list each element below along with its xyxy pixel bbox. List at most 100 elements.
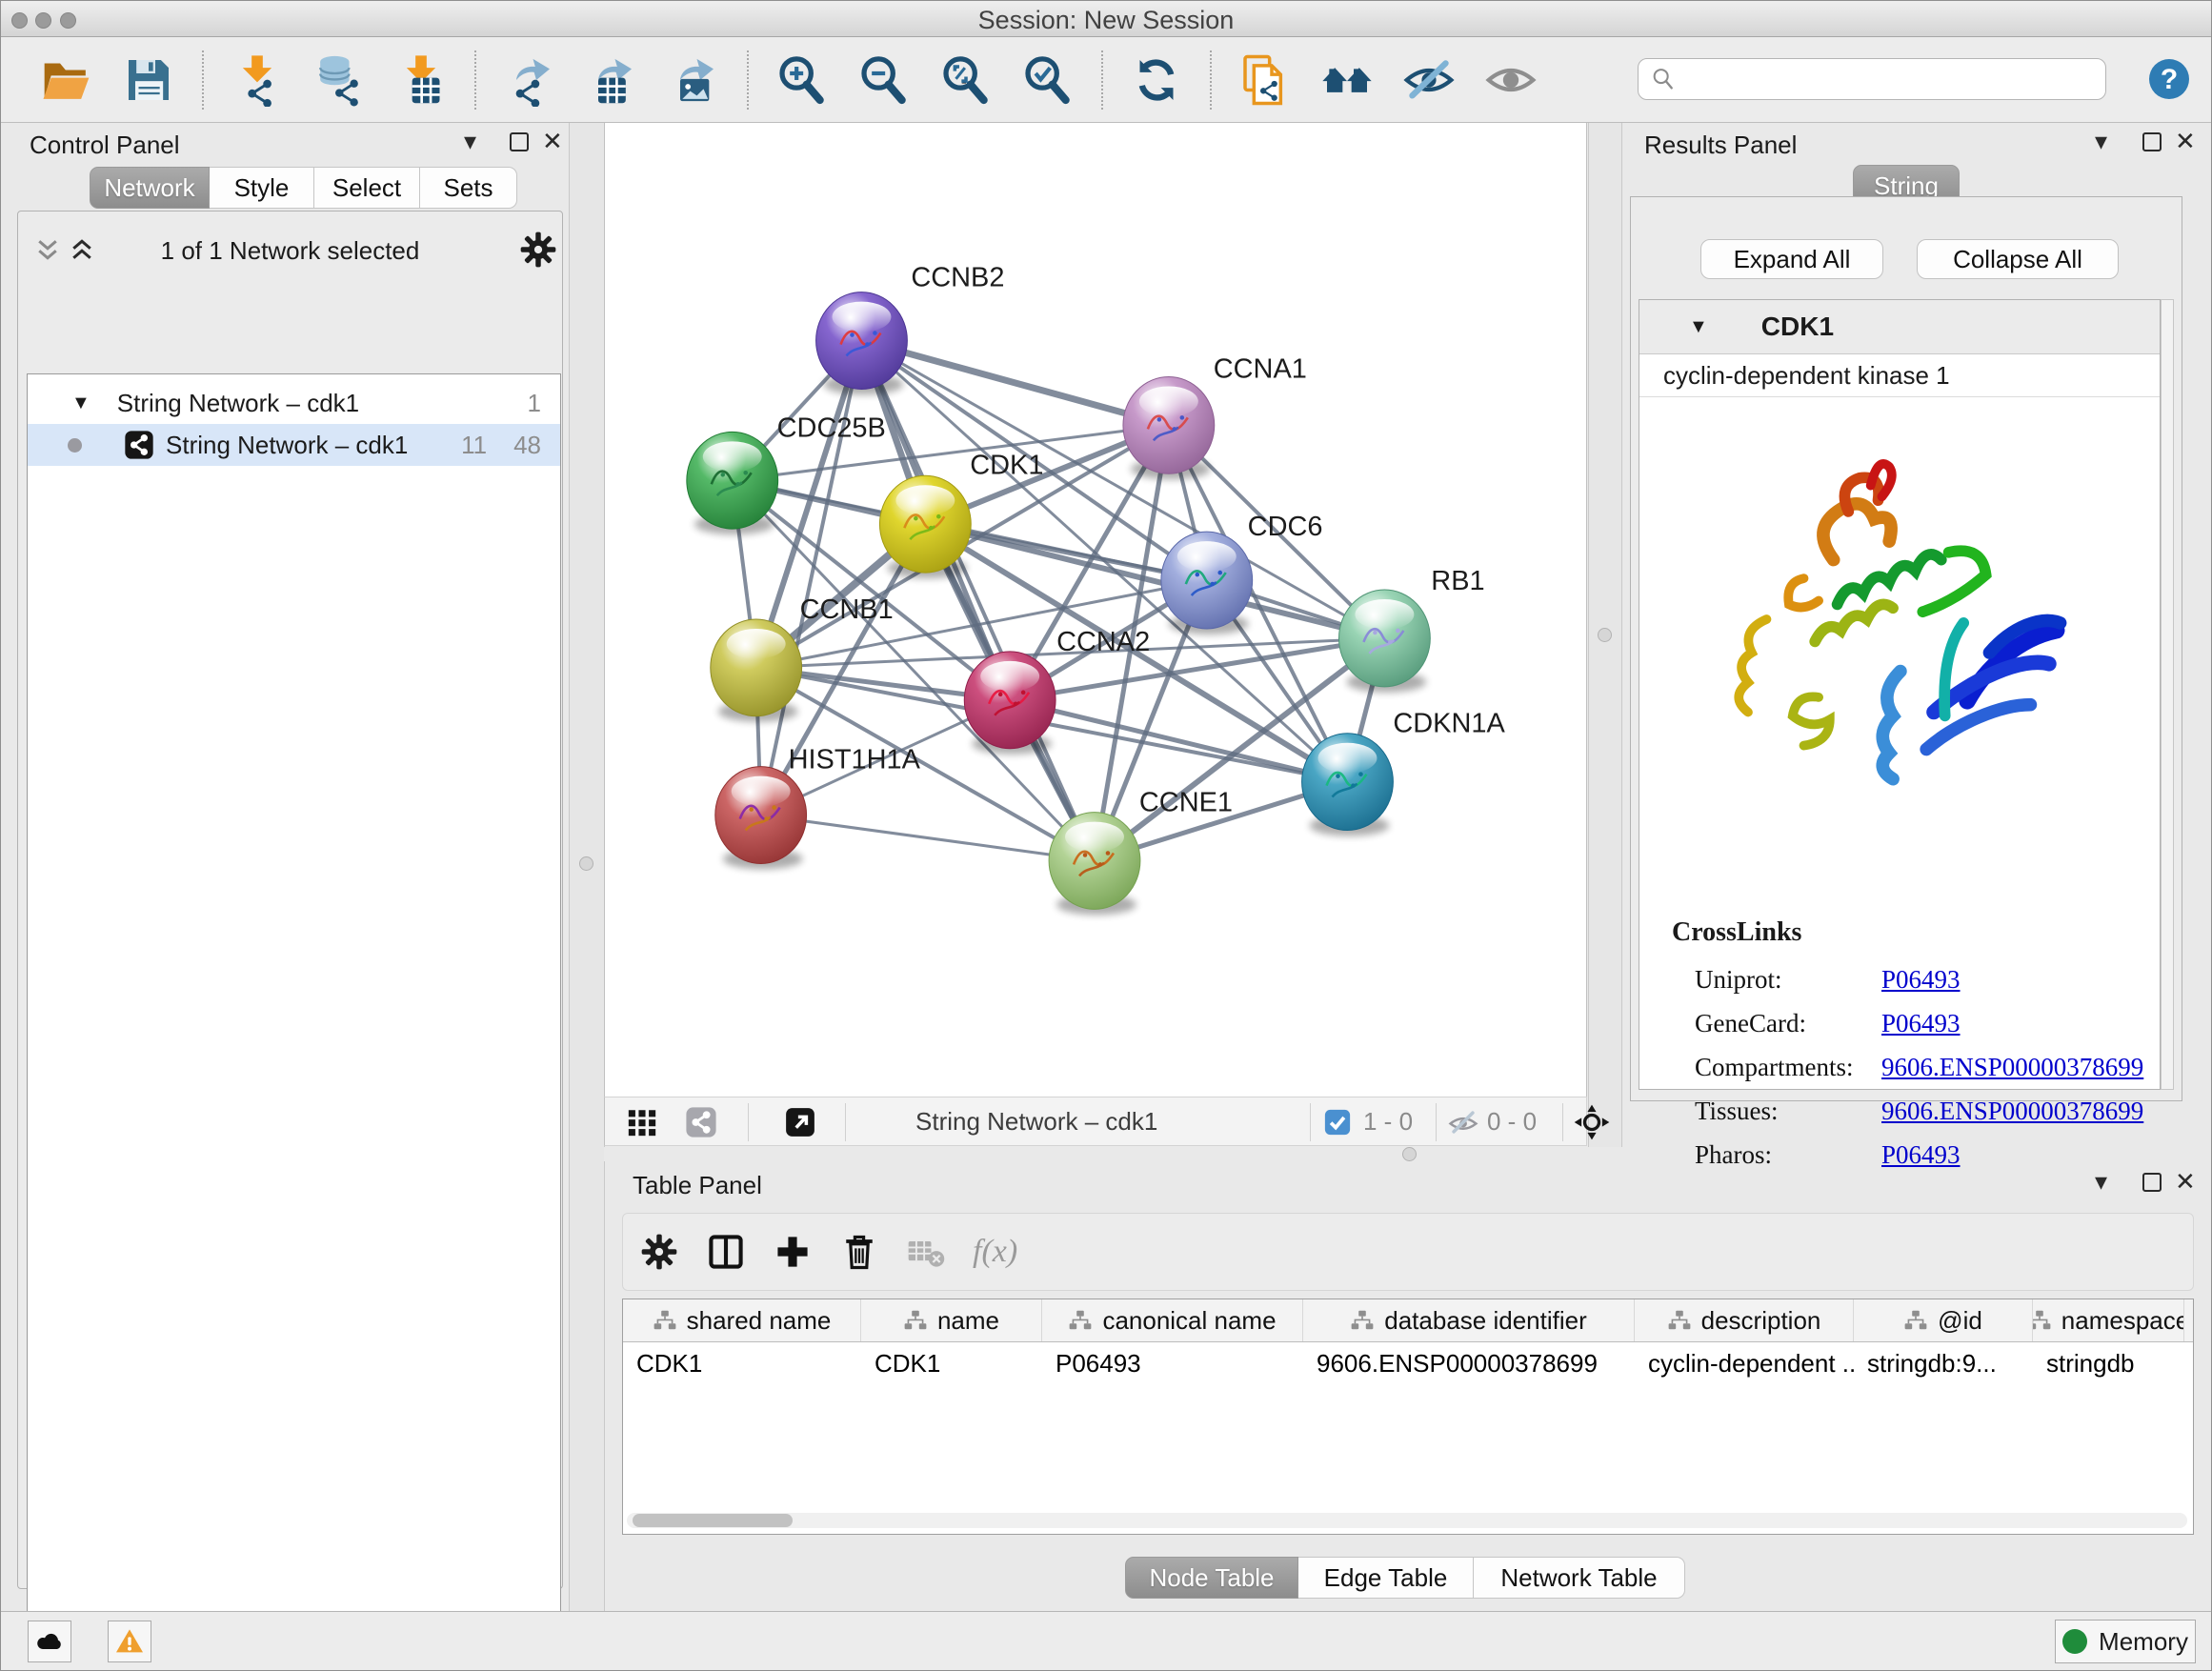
network-row[interactable]: String Network – cdk1 11 48: [28, 424, 560, 466]
delete-column-trash-icon[interactable]: [838, 1231, 880, 1273]
cdk1-card-header[interactable]: ▼ CDK1: [1639, 300, 2160, 354]
open-view-in-window-icon[interactable]: [784, 1106, 816, 1138]
apply-layout-button[interactable]: [1130, 53, 1183, 107]
table-cell[interactable]: CDK1: [623, 1342, 861, 1384]
table-cell[interactable]: CDK1: [861, 1342, 1042, 1384]
warnings-button[interactable]: [108, 1621, 151, 1662]
crosslink-link[interactable]: 9606.ENSP00000378699: [1881, 1097, 2143, 1126]
expand-all-button[interactable]: Expand All: [1700, 239, 1883, 279]
table-cell[interactable]: stringdb: [2033, 1342, 2184, 1384]
app-window: Session: New Session ? Control Panel ▾ ✕…: [0, 0, 2212, 1671]
show-columns-icon[interactable]: [705, 1231, 747, 1273]
node-CCNA1[interactable]: CCNA1: [1123, 353, 1307, 479]
tab-select[interactable]: Select: [314, 167, 420, 209]
node-table-row[interactable]: CDK1CDK1P064939606.ENSP00000378699cyclin…: [623, 1342, 2193, 1384]
network-collection-row[interactable]: ▼ String Network – cdk1 1: [28, 382, 560, 424]
edge-CCNB2-CCNE1[interactable]: [861, 341, 1095, 861]
tab-edge-table[interactable]: Edge Table: [1298, 1557, 1474, 1599]
function-builder-icon[interactable]: f(x): [973, 1234, 1017, 1270]
crosslink-link[interactable]: P06493: [1881, 1009, 1961, 1038]
search-input[interactable]: [1684, 61, 2105, 97]
table-panel-close-icon[interactable]: ✕: [2175, 1167, 2196, 1196]
collapse-all-button[interactable]: Collapse All: [1917, 239, 2119, 279]
results-panel-close-icon[interactable]: ✕: [2175, 127, 2196, 155]
column-header-label: name: [937, 1306, 999, 1336]
help-button[interactable]: ?: [2146, 56, 2192, 102]
table-cell[interactable]: stringdb:9...: [1854, 1342, 2033, 1384]
export-image-button[interactable]: [667, 53, 720, 107]
column-header-canonical-name[interactable]: canonical name: [1042, 1299, 1303, 1341]
results-scrollbar[interactable]: [2161, 299, 2174, 1090]
zoom-selected-icon: [1021, 53, 1075, 107]
column-header-shared-name[interactable]: shared name: [623, 1299, 861, 1341]
crosslink-link[interactable]: 9606.ENSP00000378699: [1881, 1053, 2143, 1082]
table-hscrollbar-thumb[interactable]: [633, 1514, 793, 1527]
tab-node-table[interactable]: Node Table: [1125, 1557, 1298, 1599]
node-HIST1H1A[interactable]: HIST1H1A: [715, 745, 921, 870]
crosslink-link[interactable]: P06493: [1881, 965, 1961, 995]
control-panel-tabs: NetworkStyleSelectSets: [90, 167, 517, 209]
first-neighbors-button[interactable]: [1320, 53, 1374, 107]
left-splitter[interactable]: [569, 123, 605, 1611]
table-panel-float-icon[interactable]: [2142, 1173, 2162, 1192]
network-options-gear-icon[interactable]: [517, 229, 559, 271]
open-file-button[interactable]: [40, 53, 93, 107]
edge-HIST1H1A-CCNE1[interactable]: [761, 815, 1095, 861]
column-header-namespace[interactable]: namespace: [2033, 1299, 2184, 1341]
node-CCNE1[interactable]: CCNE1: [1049, 788, 1233, 916]
table-cell[interactable]: 9606.ENSP00000378699: [1303, 1342, 1635, 1384]
right-splitter-grip[interactable]: [1598, 628, 1612, 642]
hide-selected-button[interactable]: [1402, 53, 1456, 107]
control-panel-collapse-icon[interactable]: ▾: [464, 127, 476, 155]
birds-eye-view-icon[interactable]: [1573, 1103, 1611, 1141]
results-panel-float-icon[interactable]: [2142, 132, 2162, 151]
right-splitter[interactable]: [1588, 123, 1622, 1161]
save-session-button[interactable]: [122, 53, 175, 107]
zoom-selected-button[interactable]: [1021, 53, 1075, 107]
zoom-fit-button[interactable]: [939, 53, 993, 107]
cloud-status-button[interactable]: [28, 1621, 71, 1662]
tab-network-table[interactable]: Network Table: [1474, 1557, 1685, 1599]
column-header--id[interactable]: @id: [1854, 1299, 2033, 1341]
clone-network-button[interactable]: [1238, 53, 1292, 107]
delete-table-icon[interactable]: [905, 1231, 947, 1273]
control-panel-close-icon[interactable]: ✕: [542, 127, 563, 155]
table-cell[interactable]: P06493: [1042, 1342, 1303, 1384]
export-network-button[interactable]: [503, 53, 556, 107]
cdk1-collapse-triangle-icon[interactable]: ▼: [1689, 316, 1708, 338]
results-panel-collapse-icon[interactable]: ▾: [2095, 127, 2107, 155]
memory-button[interactable]: Memory: [2055, 1620, 2196, 1663]
table-hscrollbar[interactable]: [627, 1513, 2187, 1528]
table-cell[interactable]: cyclin-dependent ...: [1635, 1342, 1854, 1384]
import-network-database-button[interactable]: [312, 53, 366, 107]
column-header-description[interactable]: description: [1635, 1299, 1854, 1341]
string-results-box: Expand All Collapse All ▼ CDK1 cyclin-de…: [1630, 196, 2182, 1101]
table-settings-gear-icon[interactable]: [638, 1231, 680, 1273]
node-CDKN1A[interactable]: CDKN1A: [1302, 709, 1506, 836]
zoom-out-button[interactable]: [857, 53, 911, 107]
show-all-button[interactable]: [1484, 53, 1538, 107]
import-table-button[interactable]: [394, 53, 448, 107]
bottom-splitter-grip[interactable]: [1402, 1147, 1417, 1161]
tab-style[interactable]: Style: [210, 167, 314, 209]
grid-view-icon[interactable]: [626, 1106, 658, 1138]
node-RB1[interactable]: RB1: [1339, 566, 1485, 693]
column-header-name[interactable]: name: [861, 1299, 1042, 1341]
selected-count-checkbox-icon[interactable]: [1323, 1108, 1352, 1137]
left-splitter-grip[interactable]: [579, 856, 593, 871]
table-panel-collapse-icon[interactable]: ▾: [2095, 1167, 2107, 1196]
add-column-icon[interactable]: [772, 1231, 814, 1273]
netbar-separator: [748, 1103, 749, 1141]
network-canvas[interactable]: CCNB2CCNA1CDC25BCDK1CDC6RB1CCNB1CCNA2CDK…: [604, 123, 1587, 1097]
export-table-button[interactable]: [585, 53, 638, 107]
network-view-share-icon[interactable]: [685, 1106, 717, 1138]
search-box: [1638, 58, 2106, 100]
import-network-button[interactable]: [231, 53, 284, 107]
control-panel-float-icon[interactable]: [510, 132, 529, 151]
tab-network[interactable]: Network: [90, 167, 210, 209]
collection-expand-triangle-icon[interactable]: ▼: [71, 393, 90, 414]
zoom-in-button[interactable]: [775, 53, 829, 107]
column-header-database-identifier[interactable]: database identifier: [1303, 1299, 1635, 1341]
hidden-count-eye-icon[interactable]: [1447, 1106, 1479, 1138]
tab-sets[interactable]: Sets: [420, 167, 517, 209]
